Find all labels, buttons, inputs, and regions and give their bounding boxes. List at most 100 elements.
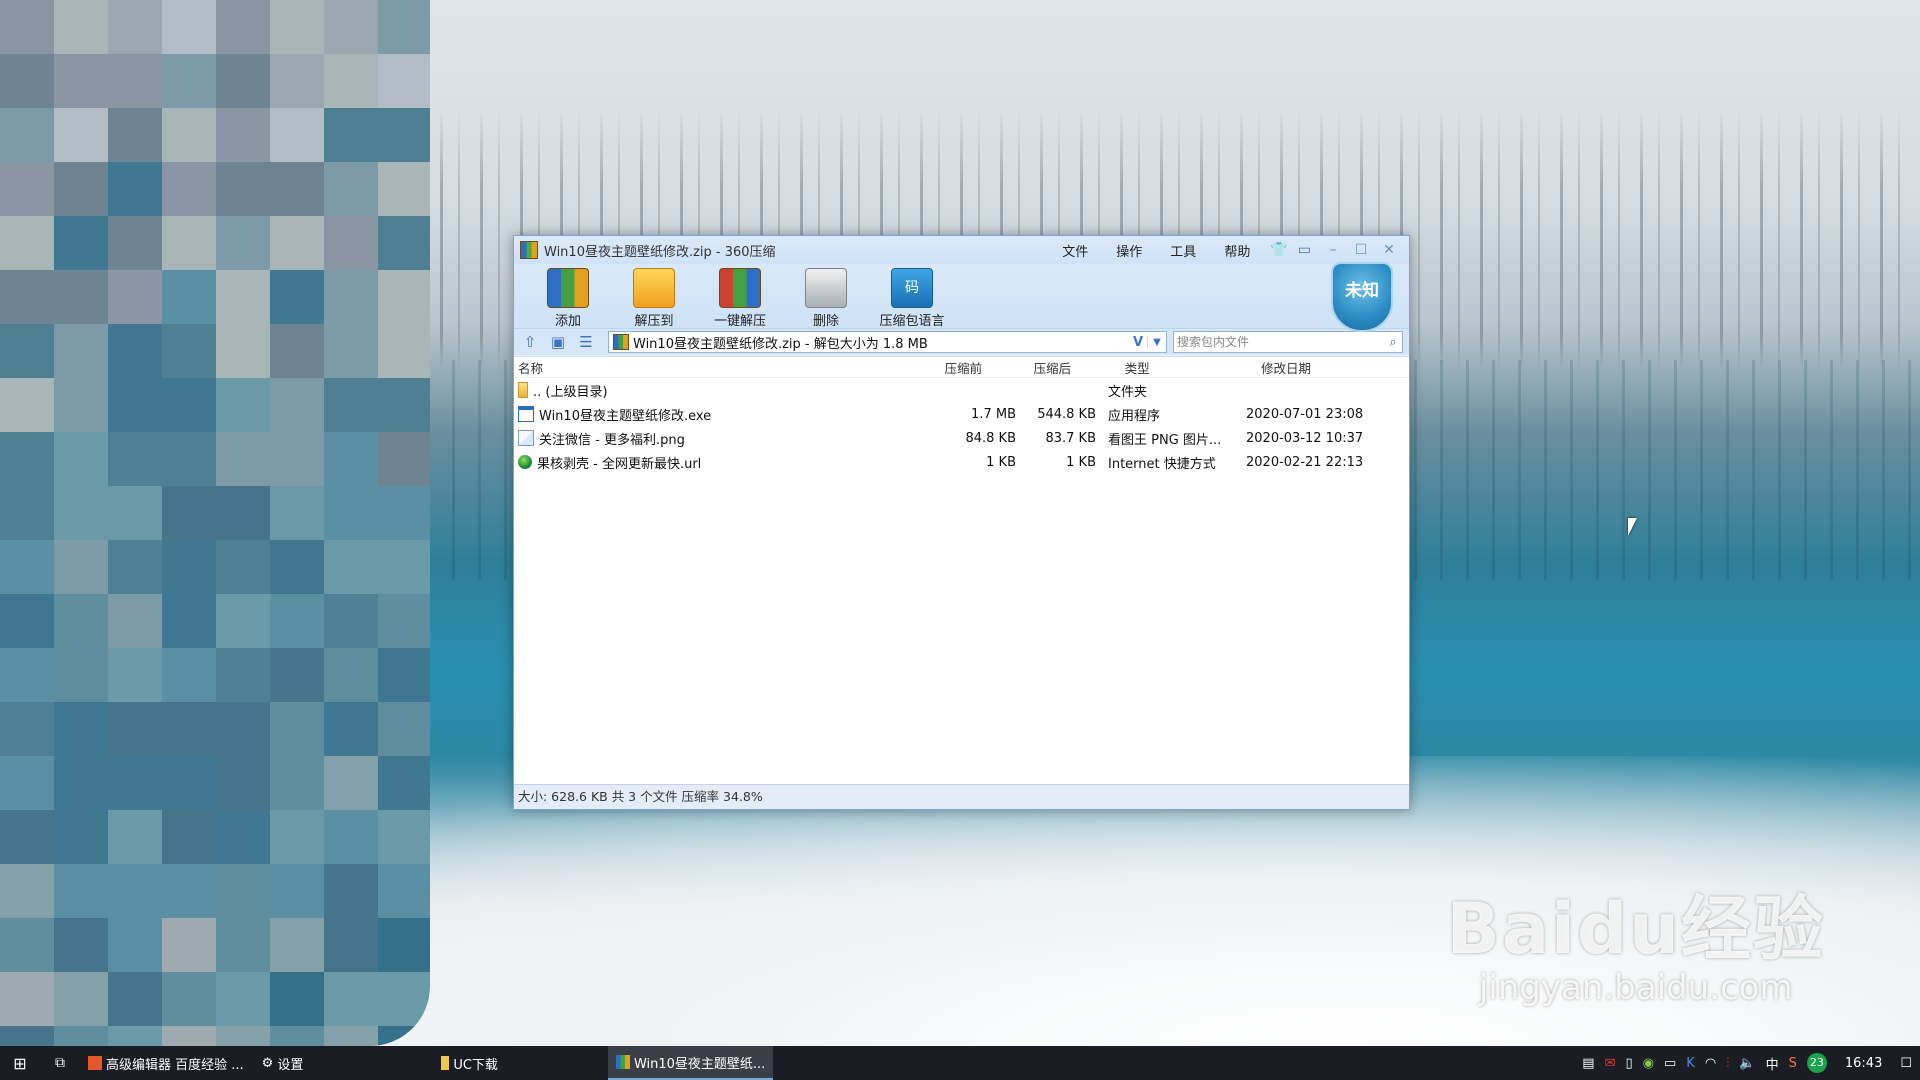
- mosaic-block: [54, 810, 108, 864]
- mosaic-block: [0, 756, 54, 810]
- mosaic-block: [378, 810, 430, 864]
- archive-language-button[interactable]: 码 压缩包语言: [872, 264, 952, 329]
- file-date: 2020-02-21 22:13: [1246, 454, 1364, 470]
- windows-start-icon[interactable]: ⊞: [0, 1054, 40, 1073]
- baidu-watermark: Baidu经验 jingyan.baidu.com: [1446, 873, 1825, 1008]
- mosaic-block: [216, 864, 270, 918]
- list-view-icon[interactable]: ☰: [576, 333, 596, 351]
- volume-icon[interactable]: 🔈: [1739, 1056, 1755, 1071]
- network-icon[interactable]: ⫶: [1726, 1056, 1729, 1071]
- mosaic-block: [378, 0, 430, 54]
- verify-icon[interactable]: V: [1129, 335, 1147, 350]
- mosaic-block: [324, 864, 378, 918]
- tray-app-icon[interactable]: ▤: [1582, 1056, 1594, 1071]
- search-icon[interactable]: ⌕: [1384, 335, 1402, 350]
- mosaic-block: [216, 54, 270, 108]
- clock[interactable]: 16:43: [1845, 1056, 1882, 1071]
- mosaic-block: [162, 54, 216, 108]
- menu-help[interactable]: 帮助: [1210, 241, 1264, 260]
- mosaic-block: [324, 972, 378, 1026]
- maximize-button[interactable]: ☐: [1347, 242, 1375, 258]
- mosaic-block: [54, 108, 108, 162]
- mosaic-block: [378, 486, 430, 540]
- tray-sogou-icon[interactable]: S: [1789, 1056, 1797, 1071]
- tray-security-icon[interactable]: ◉: [1643, 1056, 1654, 1071]
- mosaic-block: [54, 594, 108, 648]
- mosaic-block: [0, 432, 54, 486]
- path-field[interactable]: Win10昼夜主题壁纸修改.zip - 解包大小为 1.8 MB V ▼: [608, 331, 1167, 353]
- extract-to-button[interactable]: 解压到: [614, 264, 694, 329]
- chevron-down-icon[interactable]: ▼: [1147, 336, 1166, 348]
- table-row[interactable]: .. (上级目录) 文件夹: [514, 378, 1409, 402]
- mosaic-block: [378, 918, 430, 972]
- menu-tools[interactable]: 工具: [1156, 241, 1210, 260]
- taskbar-app-archive[interactable]: Win10昼夜主题壁纸...: [607, 1046, 774, 1080]
- col-before[interactable]: 压缩前: [933, 358, 1022, 377]
- thumbnail-view-icon[interactable]: ▣: [548, 333, 568, 351]
- exe-file-icon: [518, 406, 534, 422]
- taskbar-app-label: Win10昼夜主题壁纸...: [633, 1056, 766, 1072]
- mosaic-block: [324, 810, 378, 864]
- mosaic-block: [324, 702, 378, 756]
- mosaic-block: [54, 756, 108, 810]
- archive-window[interactable]: Win10昼夜主题壁纸修改.zip - 360压缩 文件 操作 工具 帮助 👕 …: [513, 235, 1410, 810]
- taskbar: ⊞ ⧉ 高级编辑器 百度经验 ... ⚙ 设置 UC下载 Win10昼夜主题壁纸…: [0, 1046, 1920, 1080]
- mosaic-block: [108, 324, 162, 378]
- search-box[interactable]: ⌕: [1173, 331, 1403, 353]
- minimize-button[interactable]: –: [1319, 242, 1347, 258]
- taskbar-app-uc-download[interactable]: UC下载: [433, 1046, 506, 1080]
- mosaic-block: [108, 540, 162, 594]
- file-date: 2020-03-12 10:37: [1246, 430, 1364, 446]
- close-button[interactable]: ✕: [1375, 242, 1403, 258]
- mosaic-block: [54, 0, 108, 54]
- ime-indicator[interactable]: 中: [1766, 1054, 1779, 1073]
- mosaic-block: [108, 594, 162, 648]
- table-row[interactable]: 关注微信 - 更多福利.png 84.8 KB 83.7 KB 看图王 PNG …: [514, 426, 1409, 450]
- mouse-cursor-icon: [1628, 518, 1637, 536]
- mosaic-block: [216, 378, 270, 432]
- mosaic-block: [108, 702, 162, 756]
- mosaic-block: [0, 918, 54, 972]
- app-icon: [520, 241, 538, 259]
- mosaic-block: [378, 756, 430, 810]
- mosaic-block: [162, 0, 216, 54]
- security-shield-icon[interactable]: 未知: [1331, 262, 1393, 332]
- one-click-extract-button[interactable]: 一键解压: [700, 264, 780, 329]
- action-center-icon[interactable]: ☐: [1900, 1056, 1912, 1071]
- col-name[interactable]: 名称: [514, 358, 933, 377]
- mosaic-block: [324, 540, 378, 594]
- tray-battery-icon[interactable]: ▭: [1664, 1056, 1676, 1071]
- menu-operate[interactable]: 操作: [1102, 241, 1156, 260]
- mosaic-block: [378, 162, 430, 216]
- skin-shirt-icon[interactable]: 👕: [1270, 242, 1287, 258]
- table-row[interactable]: 果核剥壳 - 全网更新最快.url 1 KB 1 KB Internet 快捷方…: [514, 450, 1409, 474]
- tray-k-icon[interactable]: K: [1686, 1056, 1695, 1071]
- taskbar-app-settings[interactable]: ⚙ 设置: [254, 1046, 312, 1080]
- file-name: .. (上级目录): [533, 384, 608, 400]
- task-view-icon[interactable]: ⧉: [40, 1055, 80, 1071]
- notification-count-badge[interactable]: 23: [1806, 1053, 1827, 1073]
- menu-file[interactable]: 文件: [1048, 241, 1102, 260]
- col-type[interactable]: 类型: [1113, 358, 1249, 377]
- mosaic-block: [108, 270, 162, 324]
- taskbar-app-editor[interactable]: 高级编辑器 百度经验 ...: [80, 1046, 252, 1080]
- mosaic-block: [270, 486, 324, 540]
- add-button[interactable]: 添加: [528, 264, 608, 329]
- search-input[interactable]: [1174, 334, 1384, 350]
- up-level-icon[interactable]: ⇧: [520, 333, 540, 351]
- wifi-icon[interactable]: ◠: [1705, 1056, 1716, 1071]
- mosaic-block: [162, 702, 216, 756]
- title-bar[interactable]: Win10昼夜主题壁纸修改.zip - 360压缩 文件 操作 工具 帮助 👕 …: [514, 236, 1409, 264]
- tray-usb-icon[interactable]: ▯: [1625, 1056, 1632, 1071]
- feedback-icon[interactable]: ▭: [1298, 242, 1311, 258]
- col-date[interactable]: 修改日期: [1249, 358, 1409, 377]
- mosaic-block: [270, 378, 324, 432]
- mosaic-block: [0, 702, 54, 756]
- delete-button[interactable]: 删除: [786, 264, 866, 329]
- gear-icon: ⚙: [261, 1055, 274, 1071]
- table-row[interactable]: Win10昼夜主题壁纸修改.exe 1.7 MB 544.8 KB 应用程序 2…: [514, 402, 1409, 426]
- mosaic-block: [270, 972, 324, 1026]
- tray-mail-icon[interactable]: ✉: [1605, 1056, 1616, 1071]
- mosaic-block: [324, 486, 378, 540]
- col-after[interactable]: 压缩后: [1022, 358, 1113, 377]
